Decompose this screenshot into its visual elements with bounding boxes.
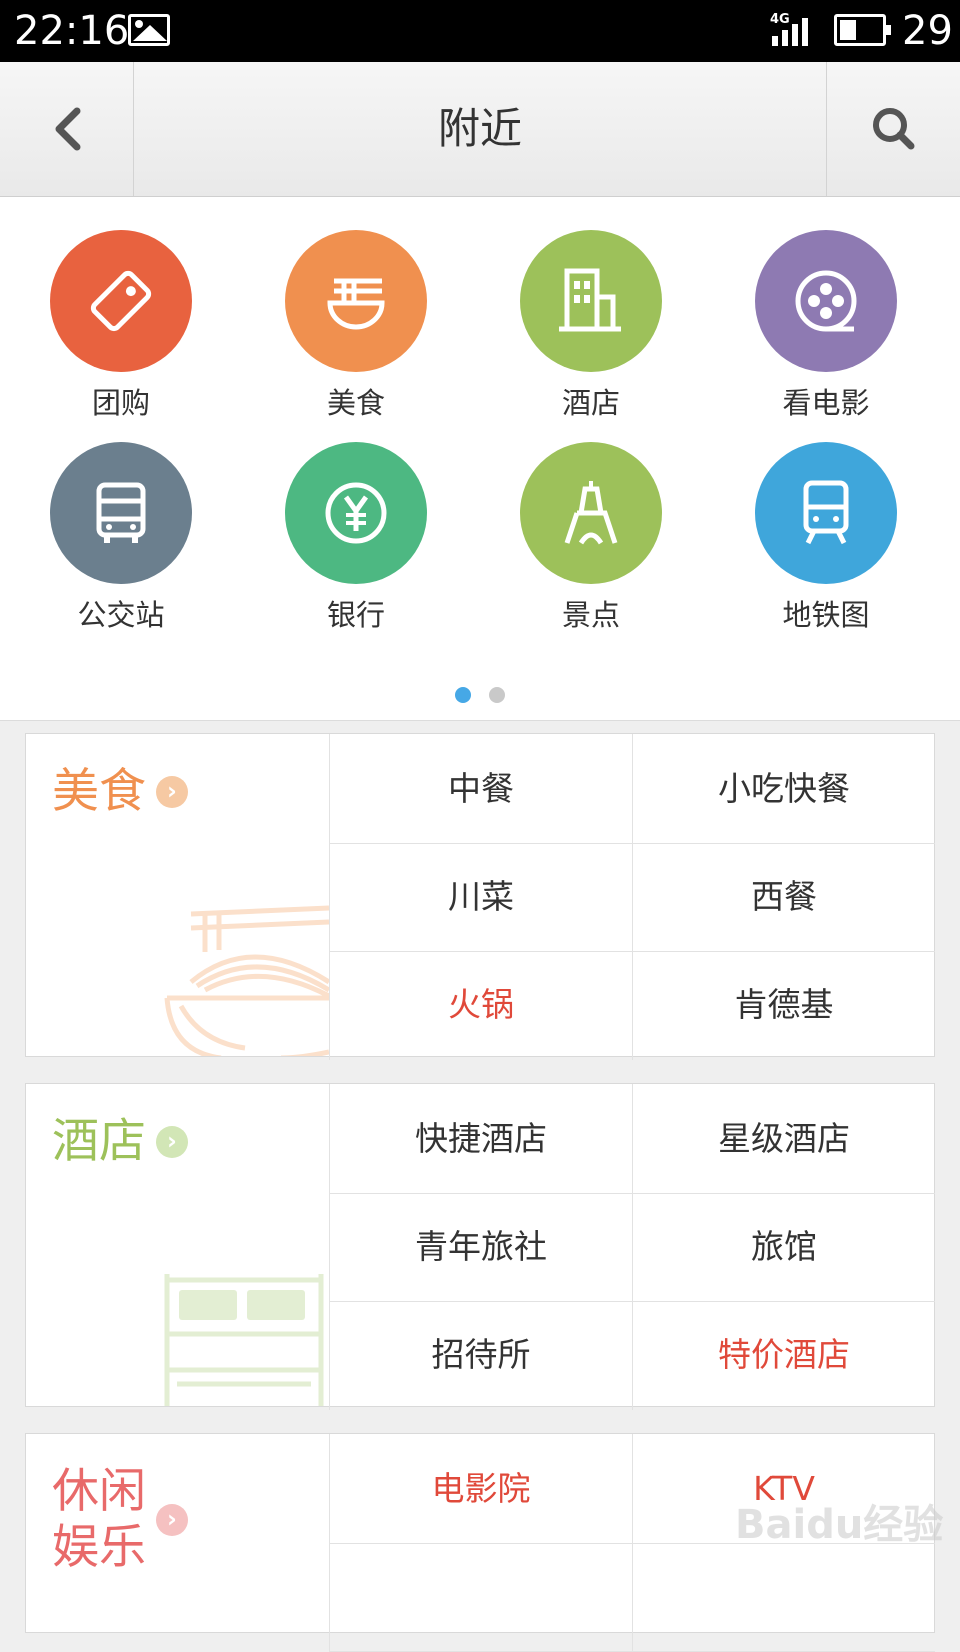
noodle-bowl-illustration-icon [164,905,329,1056]
noodle-bowl-icon [327,278,385,330]
category-movie[interactable]: 看电影 [705,230,905,430]
building-icon [559,268,621,332]
category-label: 景点 [561,598,620,632]
category-food[interactable]: 美食 [235,230,435,430]
status-bar: 22:16 4G 29 [0,0,960,62]
back-button[interactable] [0,62,134,196]
chevron-left-icon [55,107,80,151]
category-group-buy[interactable]: 团购 [0,230,200,430]
category-circle [285,230,427,372]
category-label: 看电影 [782,386,870,420]
food-item-sichuan[interactable]: 川菜 [329,842,632,952]
chevron-right-icon: › [156,1504,188,1536]
category-hotel[interactable]: 酒店 [470,230,670,430]
title-bar: 附近 [0,62,960,197]
category-circle [50,230,192,372]
category-label: 团购 [91,386,150,420]
category-label: 酒店 [561,386,620,420]
signal-icon [772,16,818,46]
bed-illustration-icon [164,1274,324,1406]
section-food: 美食 › 中餐 小吃快餐 川菜 西餐 火锅 肯德基 [25,733,935,1060]
tower-icon [564,481,618,545]
category-label: 地铁图 [782,598,870,632]
section-title: 酒店 [52,1114,146,1169]
category-label: 美食 [326,386,385,420]
category-sights[interactable]: 景点 [470,442,670,642]
category-circle [520,442,662,584]
image-notification-icon [128,14,170,46]
film-reel-icon [795,270,857,332]
train-icon [803,480,849,545]
category-grid: 团购 美食 酒店 看电影 公交站 银行 景点 地铁图 [0,197,960,721]
category-circle [520,230,662,372]
hotel-item-inn[interactable]: 旅馆 [632,1192,935,1302]
food-item-hotpot[interactable]: 火锅 [329,950,632,1060]
category-subway[interactable]: 地铁图 [705,442,905,642]
food-item-chinese[interactable]: 中餐 [329,734,632,844]
category-bank[interactable]: 银行 [235,442,435,642]
chevron-right-icon: › [156,1126,188,1158]
hotel-item-guesthouse[interactable]: 招待所 [329,1300,632,1410]
page-indicator [0,687,960,707]
category-circle [755,230,897,372]
section-food-header[interactable]: 美食 › [26,734,329,1056]
hotel-item-hostel[interactable]: 青年旅社 [329,1192,632,1302]
yen-coin-icon [325,482,387,544]
hotel-item-discount[interactable]: 特价酒店 [632,1300,935,1410]
food-item-kfc[interactable]: 肯德基 [632,950,935,1060]
page-title: 附近 [437,104,522,153]
tag-icon [90,270,152,332]
section-hotel: 酒店 › 快捷酒店 星级酒店 青年旅社 旅馆 招待所 特价酒店 [25,1083,935,1410]
category-label: 公交站 [77,598,165,632]
category-label: 银行 [326,598,385,632]
food-item-snack[interactable]: 小吃快餐 [632,734,935,844]
page-dot[interactable] [489,687,505,703]
hotel-item-budget[interactable]: 快捷酒店 [329,1084,632,1194]
leisure-item-empty[interactable] [329,1542,632,1652]
watermark: Baidu经验 [735,1502,944,1548]
bus-icon [96,482,146,543]
search-button[interactable] [826,62,960,196]
page-dot-active[interactable] [455,687,471,703]
battery-icon [834,14,891,46]
leisure-item-empty[interactable] [632,1542,935,1652]
section-leisure-header[interactable]: 休闲娱乐 › [26,1434,329,1632]
category-circle [285,442,427,584]
hotel-item-star[interactable]: 星级酒店 [632,1084,935,1194]
category-bus-stop[interactable]: 公交站 [0,442,200,642]
food-item-western[interactable]: 西餐 [632,842,935,952]
chevron-right-icon: › [156,776,188,808]
leisure-item-cinema[interactable]: 电影院 [329,1434,632,1544]
battery-level: 29 [902,8,953,54]
section-hotel-header[interactable]: 酒店 › [26,1084,329,1406]
section-title: 休闲娱乐 [52,1464,146,1575]
category-circle [50,442,192,584]
category-circle [755,442,897,584]
search-icon [872,108,914,150]
section-title: 美食 [52,764,146,819]
status-time: 22:16 [14,8,130,54]
